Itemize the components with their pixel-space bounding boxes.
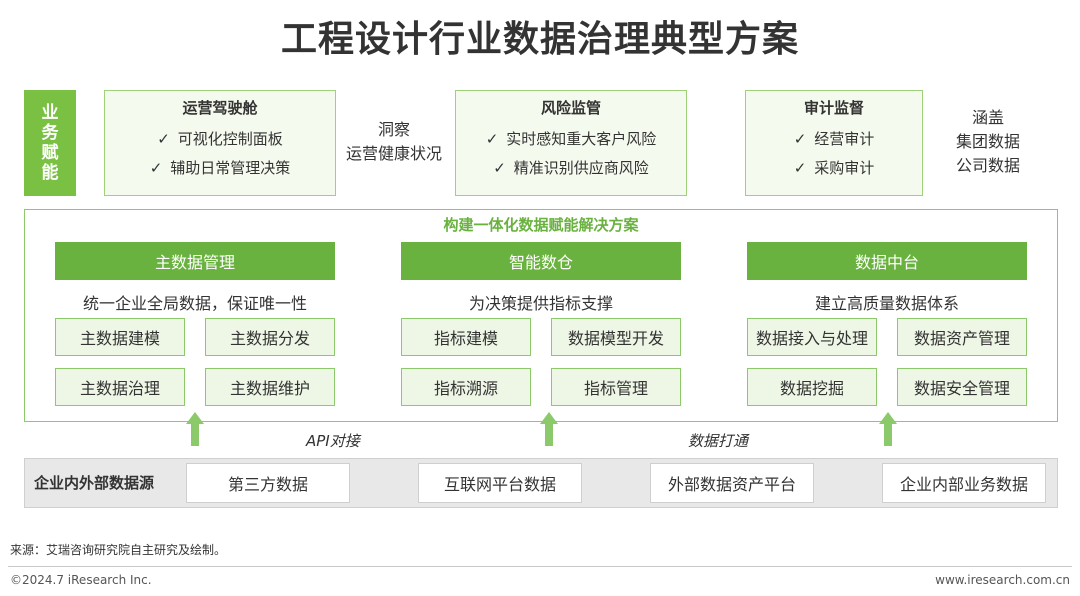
sub-item: 数据资产管理	[897, 318, 1027, 356]
footer-divider	[8, 566, 1072, 567]
sub-item: 主数据建模	[55, 318, 185, 356]
sub-item: 指标建模	[401, 318, 531, 356]
card-item: ✓ 辅助日常管理决策	[149, 159, 291, 177]
card-item: ✓ 采购审计	[793, 159, 875, 177]
column-head-smart-warehouse: 智能数仓	[401, 242, 681, 280]
card-item: ✓ 经营审计	[793, 130, 875, 148]
footer-copyright: ©2024.7 iResearch Inc.	[10, 573, 152, 587]
note-right: 涵盖 集团数据 公司数据	[955, 108, 1020, 175]
up-arrow-icon	[186, 412, 204, 446]
footer-url: www.iresearch.com.cn	[935, 573, 1070, 587]
check-icon: ✓	[157, 130, 170, 148]
sub-item: 数据接入与处理	[747, 318, 877, 356]
sub-item: 数据模型开发	[551, 318, 681, 356]
card-head: 风险监管	[540, 99, 601, 117]
data-source-label: 企业内外部数据源	[34, 474, 155, 492]
card-item: ✓ 精准识别供应商风险	[493, 159, 649, 177]
sub-item: 主数据分发	[205, 318, 335, 356]
card-head: 审计监督	[803, 99, 864, 117]
sub-item: 主数据维护	[205, 368, 335, 406]
business-tag: 业务赋能	[24, 90, 76, 196]
source-item: 互联网平台数据	[418, 463, 582, 503]
card-head: 运营驾驶舱	[182, 99, 258, 117]
page-title: 工程设计行业数据治理典型方案	[280, 19, 799, 60]
card-item: ✓ 可视化控制面板	[157, 130, 283, 148]
connector-label-data-link: 数据打通	[688, 432, 749, 450]
source-item: 第三方数据	[186, 463, 350, 503]
sub-item: 指标溯源	[401, 368, 531, 406]
sub-item: 数据挖掘	[747, 368, 877, 406]
up-arrow-icon	[540, 412, 558, 446]
column-head-data-middle-platform: 数据中台	[747, 242, 1027, 280]
note-middle: 洞察 运营健康状况	[345, 120, 442, 163]
footer-source: 来源：艾瑞咨询研究院自主研究及绘制。	[10, 543, 227, 557]
sub-item: 指标管理	[551, 368, 681, 406]
connector-label-api: API对接	[306, 432, 360, 450]
check-icon: ✓	[149, 159, 163, 177]
card-item: ✓ 实时感知重大客户风险	[485, 130, 657, 148]
card-operations-cockpit: 运营驾驶舱 ✓ 可视化控制面板 ✓ 辅助日常管理决策	[104, 90, 336, 196]
check-icon: ✓	[485, 130, 499, 148]
check-icon: ✓	[793, 130, 807, 148]
column-desc: 建立高质量数据体系	[814, 294, 959, 313]
source-item: 企业内部业务数据	[882, 463, 1046, 503]
column-desc: 统一企业全局数据，保证唯一性	[82, 294, 307, 313]
sub-item: 主数据治理	[55, 368, 185, 406]
up-arrow-icon	[879, 412, 897, 446]
sub-item: 数据安全管理	[897, 368, 1027, 406]
card-risk-supervision: 风险监管 ✓ 实时感知重大客户风险 ✓ 精准识别供应商风险	[455, 90, 687, 196]
column-desc: 为决策提供指标支撑	[468, 294, 613, 313]
source-item: 外部数据资产平台	[650, 463, 814, 503]
column-head-master-data: 主数据管理	[55, 242, 335, 280]
check-icon: ✓	[493, 159, 506, 177]
solution-title: 构建一体化数据赋能解决方案	[443, 216, 639, 234]
check-icon: ✓	[793, 159, 807, 177]
card-audit-supervision: 审计监督 ✓ 经营审计 ✓ 采购审计	[745, 90, 923, 196]
